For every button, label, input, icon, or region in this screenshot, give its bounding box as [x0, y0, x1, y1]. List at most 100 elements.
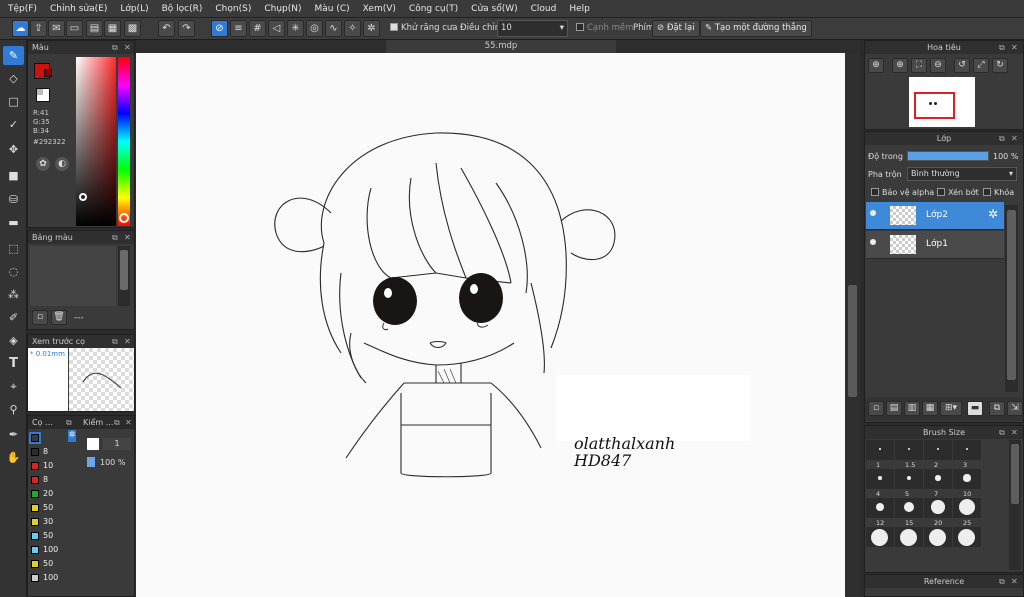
brush-size-cell[interactable]: 12 — [866, 498, 894, 527]
eraser-tool-icon[interactable]: ◇ — [3, 69, 24, 88]
eye-icon[interactable] — [870, 239, 876, 245]
menu-tools[interactable]: Công cụ(T) — [409, 4, 458, 14]
close-icon[interactable]: ✕ — [1011, 132, 1018, 145]
layer-opacity-slider[interactable] — [907, 151, 989, 161]
comment-icon[interactable]: ▭ — [66, 20, 83, 37]
popout-icon[interactable]: ⧉ — [112, 231, 118, 244]
document-icon[interactable]: ▤ — [86, 20, 103, 37]
brush-size-cell[interactable] — [895, 527, 923, 547]
bucket-tool-icon[interactable]: ⛁ — [3, 190, 24, 209]
add-layer-dropdown[interactable]: ⊞▾ — [940, 401, 962, 416]
antialias-checkbox[interactable]: Khử răng cưa — [390, 23, 458, 33]
layer-item[interactable]: Lớp2 ✲ — [866, 202, 1004, 230]
brush-list-item[interactable]: 30 — [29, 516, 61, 528]
film-icon[interactable]: ▦ — [104, 20, 121, 37]
select-pen-icon[interactable]: ✐ — [3, 308, 24, 327]
brush-size-cell[interactable] — [953, 527, 981, 547]
canvas-scroll-thumb[interactable] — [848, 285, 857, 397]
color-picker-icon[interactable]: ◐ — [55, 157, 69, 171]
brush-size-cell[interactable]: 1.5 — [895, 440, 923, 469]
radial-icon[interactable]: ✳ — [287, 20, 304, 37]
duplicate-icon[interactable]: ⧉ — [989, 401, 1005, 416]
pen-tool-icon[interactable]: ✒ — [3, 425, 24, 444]
layout-icon[interactable]: ▩ — [124, 20, 141, 37]
fill-shape-tool-icon[interactable]: ■ — [3, 166, 24, 185]
popout-icon[interactable]: ⧉ — [114, 416, 120, 429]
brush-list-item[interactable]: 50 — [29, 530, 61, 542]
reset-button[interactable]: ⊘ Đặt lại — [652, 20, 700, 37]
perspective-icon[interactable]: ◁ — [268, 20, 285, 37]
symmetry-icon[interactable]: ✧ — [344, 20, 361, 37]
brush-list-item[interactable]: 8 — [29, 474, 61, 486]
gear-icon[interactable]: ✲ — [68, 430, 76, 442]
operation-tool-icon[interactable]: ⌖ — [3, 377, 24, 396]
fit-icon[interactable]: ⛶ — [911, 58, 927, 73]
new-palette-icon[interactable]: ▫ — [32, 310, 48, 325]
magic-wand-icon[interactable]: ⁂ — [3, 285, 24, 304]
zoom-out-icon[interactable]: ⊖ — [930, 58, 946, 73]
brush-size-cell[interactable]: 7 — [924, 469, 952, 498]
close-icon[interactable]: ✕ — [124, 41, 131, 54]
popout-icon[interactable]: ⧉ — [999, 41, 1005, 54]
grid-icon[interactable]: # — [249, 20, 266, 37]
brush-tool-icon[interactable]: ✎ — [3, 46, 24, 65]
new-layer-icon[interactable]: ▫ — [868, 401, 884, 416]
popout-icon[interactable]: ⧉ — [999, 575, 1005, 588]
palette-scrollbar[interactable] — [118, 246, 130, 306]
palette-grid[interactable] — [30, 246, 116, 306]
menu-help[interactable]: Help — [569, 4, 590, 14]
export-icon[interactable]: ⇪ — [30, 20, 47, 37]
navigator-thumbnail[interactable] — [909, 77, 975, 127]
brush-size-cell[interactable]: 10 — [953, 469, 981, 498]
brush-size-scrollbar[interactable] — [1009, 440, 1021, 570]
menu-file[interactable]: Tệp(F) — [8, 4, 37, 14]
menu-cloud[interactable]: Cloud — [531, 4, 557, 14]
close-icon[interactable]: ✕ — [125, 416, 132, 429]
merge-icon[interactable]: ⇲ — [1007, 401, 1023, 416]
brush-list-item[interactable]: 50 — [29, 558, 61, 570]
popout-icon[interactable]: ⧉ — [112, 41, 118, 54]
popout-icon[interactable]: ⧉ — [112, 335, 118, 348]
menu-filter[interactable]: Bộ lọc(R) — [162, 4, 203, 14]
text-tool-icon[interactable]: T — [3, 354, 24, 373]
sv-cursor[interactable] — [79, 193, 87, 201]
menu-layer[interactable]: Lớp(L) — [120, 4, 148, 14]
brush-list-item[interactable]: 8 — [29, 446, 61, 458]
eyedropper-icon[interactable]: ⚲ — [3, 400, 24, 419]
gear-icon[interactable]: ✲ — [988, 207, 998, 221]
popout-icon[interactable]: ⧉ — [999, 132, 1005, 145]
menu-view[interactable]: Xem(V) — [363, 4, 396, 14]
concentric-icon[interactable]: ◎ — [306, 20, 323, 37]
protect-alpha-checkbox[interactable]: Bảo vệ alpha — [871, 188, 934, 197]
soft-edge-checkbox[interactable]: Cạnh mềm — [576, 23, 633, 33]
brush-size-cell[interactable]: 4 — [866, 469, 894, 498]
brush-size-cell[interactable]: 20 — [924, 498, 952, 527]
zoom-in-icon[interactable]: ⊕ — [868, 58, 884, 73]
lasso-icon[interactable]: ◌ — [3, 262, 24, 281]
hand-tool-icon[interactable]: ✋ — [3, 448, 24, 467]
brush-list-item[interactable]: 50 — [29, 502, 61, 514]
tab-brush[interactable]: Cọ ... — [32, 418, 53, 427]
brush-size-cell[interactable]: 25 — [953, 498, 981, 527]
menu-window[interactable]: Cửa sổ(W) — [471, 4, 517, 14]
brush-size-cell[interactable]: 1 — [866, 440, 894, 469]
check-color-swatch[interactable] — [87, 438, 99, 450]
eye-icon[interactable] — [870, 210, 876, 216]
new-halftone-icon[interactable]: ▦ — [922, 401, 938, 416]
zoom-in-icon[interactable]: ⊕ — [892, 58, 908, 73]
hatch-icon[interactable]: ≡ — [230, 20, 247, 37]
gear-icon[interactable]: ✲ — [363, 20, 380, 37]
new-layer-8bit-icon[interactable]: ▤ — [886, 401, 902, 416]
brush-size-cell[interactable]: 5 — [895, 469, 923, 498]
redo-icon[interactable]: ↷ — [178, 20, 195, 37]
gradient-tool-icon[interactable]: ▬ — [3, 213, 24, 232]
undo-icon[interactable]: ↶ — [158, 20, 175, 37]
cloud-icon[interactable]: ☁ — [12, 20, 29, 37]
fullscreen-icon[interactable]: ⤢ — [973, 58, 989, 73]
document-tab[interactable]: 55.mdp — [386, 40, 616, 53]
blend-select[interactable]: Bình thường ▾ — [907, 167, 1017, 181]
close-icon[interactable]: ✕ — [124, 335, 131, 348]
viewport-rect[interactable] — [914, 92, 955, 119]
brush-size-cell[interactable] — [866, 527, 894, 547]
tab-check[interactable]: Kiểm ... — [83, 416, 113, 429]
